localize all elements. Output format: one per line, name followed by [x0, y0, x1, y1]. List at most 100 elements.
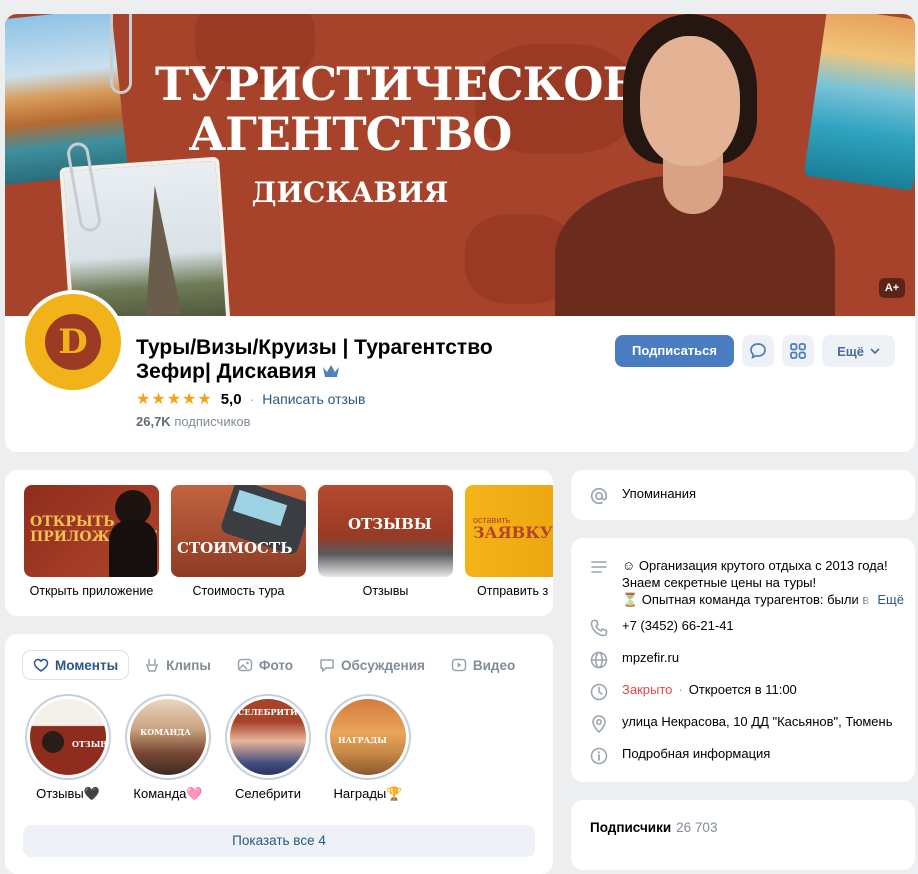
details-row[interactable]: Подробная информация [589, 746, 770, 766]
mentions-widget[interactable]: Упоминания [571, 470, 915, 520]
app-thumbnail-text: ЗАЯВКУ [473, 523, 553, 542]
hours-row[interactable]: Закрыто · Откроется в 11:00 [589, 682, 797, 702]
show-all-button[interactable]: Показать все 4 [23, 825, 535, 857]
globe-icon [590, 651, 608, 669]
grid-icon [790, 343, 806, 359]
hours-status: Закрыто [622, 682, 673, 697]
cover-title-line: ТУРИСТИЧЕСКОЕ [155, 57, 638, 111]
subscribers-title: Подписчики 26 703 [590, 820, 717, 835]
app-thumbnail: СТОИМОСТЬ [171, 485, 306, 577]
separator-dot: · [678, 682, 683, 697]
subscribers-widget[interactable]: Подписчики 26 703 [571, 800, 915, 870]
phone-number: +7 (3452) 66-21-41 [622, 618, 734, 633]
app-label: Открыть приложение [29, 584, 154, 598]
app-label: Стоимость тура [192, 584, 285, 598]
app-tile[interactable]: СТОИМОСТЬ Стоимость тура [171, 485, 306, 598]
address-text: улица Некрасова, 10 ДД "Касьянов", Тюмен… [622, 714, 893, 729]
crown-icon[interactable] [322, 363, 340, 382]
description-line: ☺ Организация крутого отдыха с 2013 года… [622, 558, 888, 573]
avatar[interactable]: D [21, 290, 125, 394]
subscribers-total: 26 703 [676, 820, 718, 835]
app-thumbnail: оставить ЗАЯВКУ [465, 485, 553, 577]
info-widget: ☺ Организация крутого отдыха с 2013 года… [571, 538, 915, 782]
apps-widget: ОТКРЫТЬ ПРИЛОЖЕНИЕ Открыть приложение СТ… [5, 470, 553, 616]
app-thumbnail: ОТКРЫТЬ ПРИЛОЖЕНИЕ [24, 485, 159, 577]
website-link: mpzefir.ru [622, 650, 680, 665]
group-name-text: Туры/Визы/Круизы | Турагентство Зефир| Д… [136, 336, 493, 383]
tab-video[interactable]: Видео [441, 651, 525, 679]
subscribers-number: 26,7K [136, 414, 171, 429]
moment-label: Команда🩷 [133, 786, 203, 801]
content-tabs-card: Моменты Клипы Фото Обсуждения Видео ОТЗЫ… [5, 634, 553, 874]
discussion-icon [320, 659, 334, 672]
subscribers-count[interactable]: 26,7K подписчиков [136, 414, 251, 429]
website-row[interactable]: mpzefir.ru [589, 650, 679, 670]
moment-thumbnail-text: КОМАНДА [140, 727, 191, 737]
lines-icon [591, 561, 607, 573]
cover-title-line: АГЕНТСТВО [188, 107, 513, 161]
tab-discussions[interactable]: Обсуждения [309, 651, 435, 679]
video-icon [451, 658, 467, 672]
moment-item[interactable]: СЕЛЕБРИТИ Селебрити [225, 694, 311, 801]
details-link: Подробная информация [622, 746, 771, 761]
description-line: Знаем секретные цены на туры! [622, 575, 817, 590]
chevron-down-icon [870, 348, 880, 354]
app-tile[interactable]: ОТЗЫВЫ Отзывы [318, 485, 453, 598]
clips-icon [146, 659, 159, 672]
tab-label: Фото [258, 657, 294, 673]
subscribe-button[interactable]: Подписаться [615, 335, 734, 367]
hours-opens: Откроется в 11:00 [688, 682, 797, 697]
tab-clips[interactable]: Клипы [134, 651, 221, 679]
write-review-link[interactable]: Написать отзыв [262, 391, 365, 407]
app-tile[interactable]: оставить ЗАЯВКУ Отправить з [465, 485, 553, 598]
tab-label: Видео [472, 657, 516, 673]
subscribers-title-text: Подписчики [590, 820, 672, 835]
more-button[interactable]: Ещё [822, 335, 895, 367]
cover-title: ТУРИСТИЧЕСКОЕ АГЕНТСТВО [155, 57, 638, 161]
heart-icon [33, 658, 49, 672]
description-row: ☺ Организация крутого отдыха с 2013 года… [589, 557, 904, 608]
moment-label: Отзывы🖤 [36, 786, 100, 801]
moment-item[interactable]: КОМАНДА Команда🩷 [125, 694, 211, 802]
app-label: Отзывы [362, 584, 409, 598]
app-thumbnail: ОТЗЫВЫ [318, 485, 453, 577]
tab-moments[interactable]: Моменты [23, 651, 129, 679]
moment-item[interactable]: НАГРАДЫ Награды🏆 [325, 694, 411, 802]
rating-row: ★★★★★ 5,0 · Написать отзыв [136, 389, 365, 409]
subscribers-label: подписчиков [174, 414, 251, 429]
agent-portrait [545, 14, 845, 316]
moment-thumbnail-text: НАГРАДЫ [338, 735, 387, 745]
tab-label: Моменты [55, 657, 119, 673]
message-button[interactable] [742, 335, 774, 367]
moment-label: Селебрити [234, 786, 301, 801]
info-icon [590, 747, 608, 765]
tab-photo[interactable]: Фото [227, 651, 303, 679]
cover-brand: ДИСКАВИЯ [251, 176, 449, 209]
tab-label: Клипы [166, 657, 211, 673]
tab-label: Обсуждения [341, 657, 425, 673]
address-row[interactable]: улица Некрасова, 10 ДД "Касьянов", Тюмен… [589, 714, 892, 734]
moment-item[interactable]: ОТЗЫВЫ Отзывы🖤 [25, 694, 111, 802]
moment-thumbnail-text: СЕЛЕБРИТИ [238, 707, 298, 717]
message-icon [750, 343, 766, 360]
more-button-label: Ещё [837, 343, 864, 359]
app-thumbnail-text: ОТКРЫТЬ ПРИЛОЖЕНИЕ [30, 514, 158, 545]
avatar-logo: D [58, 322, 88, 362]
mentions-row[interactable]: Упоминания [589, 486, 696, 506]
accessibility-badge[interactable]: A+ [879, 278, 905, 298]
location-pin-icon [592, 715, 606, 734]
description-more-link[interactable]: Ещё [855, 591, 904, 608]
photo-icon [237, 658, 253, 672]
app-tile[interactable]: ОТКРЫТЬ ПРИЛОЖЕНИЕ Открыть приложение [24, 485, 159, 598]
moment-label: Награды🏆 [333, 786, 403, 801]
rating-value: 5,0 [220, 390, 242, 408]
phone-row[interactable]: +7 (3452) 66-21-41 [589, 618, 734, 638]
app-thumbnail-text: ОТЗЫВЫ [348, 515, 432, 533]
rating-stars-icon: ★★★★★ [136, 391, 213, 408]
description-text: ☺ Организация крутого отдыха с 2013 года… [622, 557, 904, 608]
apps-grid-button[interactable] [782, 335, 814, 367]
app-thumbnail-text: СТОИМОСТЬ [177, 539, 293, 557]
cover-image[interactable]: ТУРИСТИЧЕСКОЕ АГЕНТСТВО ДИСКАВИЯ A+ [5, 14, 915, 316]
at-sign-icon [590, 487, 608, 505]
moment-thumbnail-text: ОТЗЫВЫ [72, 739, 106, 749]
